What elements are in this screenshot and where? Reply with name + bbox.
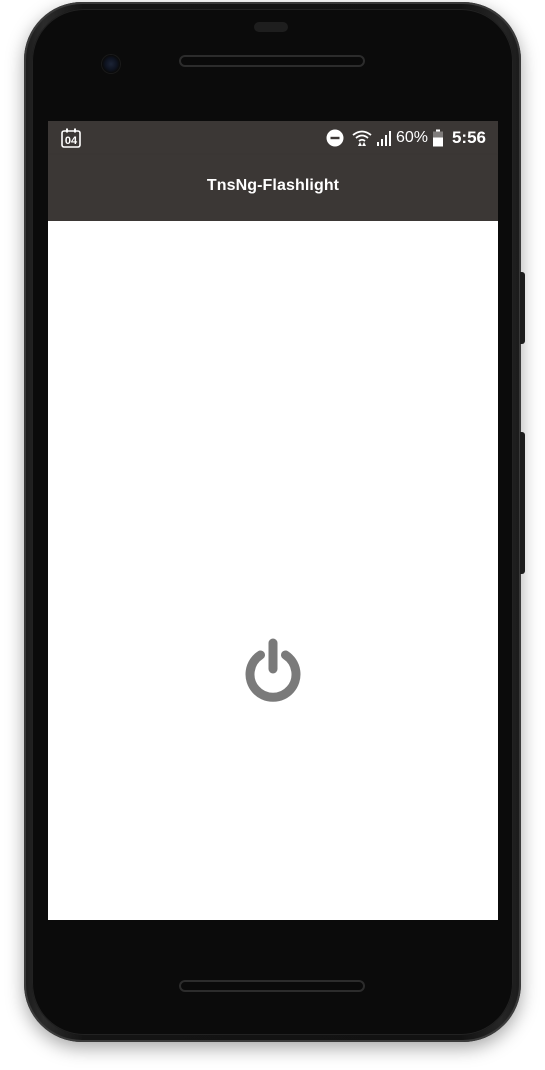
- signal-icon: [376, 130, 392, 146]
- page-title: TnsNg-Flashlight: [206, 177, 340, 194]
- front-camera: [102, 55, 120, 73]
- status-bar: 04 60% 5:56: [48, 121, 498, 155]
- sensor-slot: [254, 22, 288, 32]
- earpiece-speaker: [179, 55, 365, 67]
- volume-side-button: [520, 432, 525, 574]
- battery-percent: 60%: [395, 129, 428, 146]
- battery-icon: [432, 129, 444, 147]
- calendar-day: 04: [65, 135, 78, 147]
- stage: 04 60% 5:56 TnsNg-Flashlight: [0, 0, 545, 1070]
- main-content: [48, 221, 498, 920]
- calendar-icon: 04: [60, 128, 82, 148]
- flashlight-toggle-button[interactable]: [239, 638, 307, 706]
- status-icons: 60% 5:56: [326, 121, 486, 155]
- bottom-speaker: [179, 980, 365, 992]
- power-side-button: [520, 272, 525, 344]
- screen: 04 60% 5:56 TnsNg-Flashlight: [48, 121, 498, 920]
- wifi-icon: [352, 129, 372, 147]
- clock: 5:56: [451, 128, 486, 147]
- action-bar: TnsNg-Flashlight: [48, 155, 498, 221]
- power-icon: [239, 638, 307, 706]
- do-not-disturb-icon: [326, 129, 344, 147]
